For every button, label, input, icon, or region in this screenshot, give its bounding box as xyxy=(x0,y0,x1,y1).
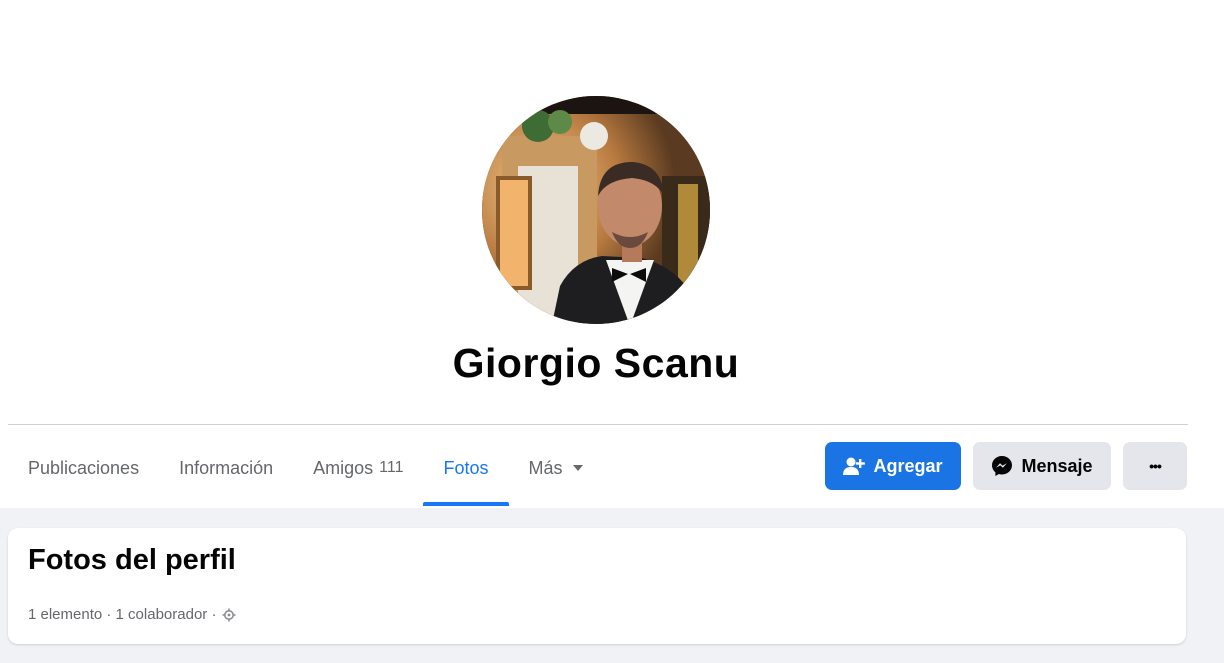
ellipsis-icon: ••• xyxy=(1149,458,1162,474)
add-friend-button[interactable]: Agregar xyxy=(825,442,961,490)
tab-mas[interactable]: Más xyxy=(509,430,603,506)
message-label: Mensaje xyxy=(1021,455,1093,476)
tab-informacion[interactable]: Información xyxy=(159,430,293,506)
tab-fotos[interactable]: Fotos xyxy=(423,430,509,506)
person-plus-icon xyxy=(843,456,866,476)
friends-count: 111 xyxy=(379,459,404,476)
profile-avatar[interactable] xyxy=(482,96,710,324)
add-friend-label: Agregar xyxy=(873,455,943,476)
album-meta-text: 1 elemento · 1 colaborador · xyxy=(28,606,217,623)
profile-actions: Agregar Mensaje ••• xyxy=(825,442,1187,490)
gear-icon[interactable] xyxy=(222,608,236,622)
album-meta: 1 elemento · 1 colaborador · xyxy=(28,606,236,623)
album-card: Fotos del perfil 1 elemento · 1 colabora… xyxy=(8,528,1186,644)
profile-name: Giorgio Scanu xyxy=(452,340,740,386)
avatar-photo xyxy=(482,96,710,324)
tab-label: Amigos xyxy=(313,457,374,478)
message-button[interactable]: Mensaje xyxy=(973,442,1111,490)
tab-label: Fotos xyxy=(443,457,489,478)
tab-publicaciones[interactable]: Publicaciones xyxy=(8,430,159,506)
album-title[interactable]: Fotos del perfil xyxy=(28,544,236,577)
tab-amigos[interactable]: Amigos 111 xyxy=(293,430,423,506)
tab-label: Publicaciones xyxy=(28,457,140,478)
profile-tabs: Publicaciones Información Amigos 111 Fot… xyxy=(8,430,603,506)
tab-label: Más xyxy=(528,457,563,478)
caret-down-icon xyxy=(572,465,583,471)
messenger-icon xyxy=(991,455,1013,477)
tab-label: Información xyxy=(179,457,274,478)
more-options-button[interactable]: ••• xyxy=(1123,442,1187,490)
header-divider xyxy=(8,424,1188,425)
